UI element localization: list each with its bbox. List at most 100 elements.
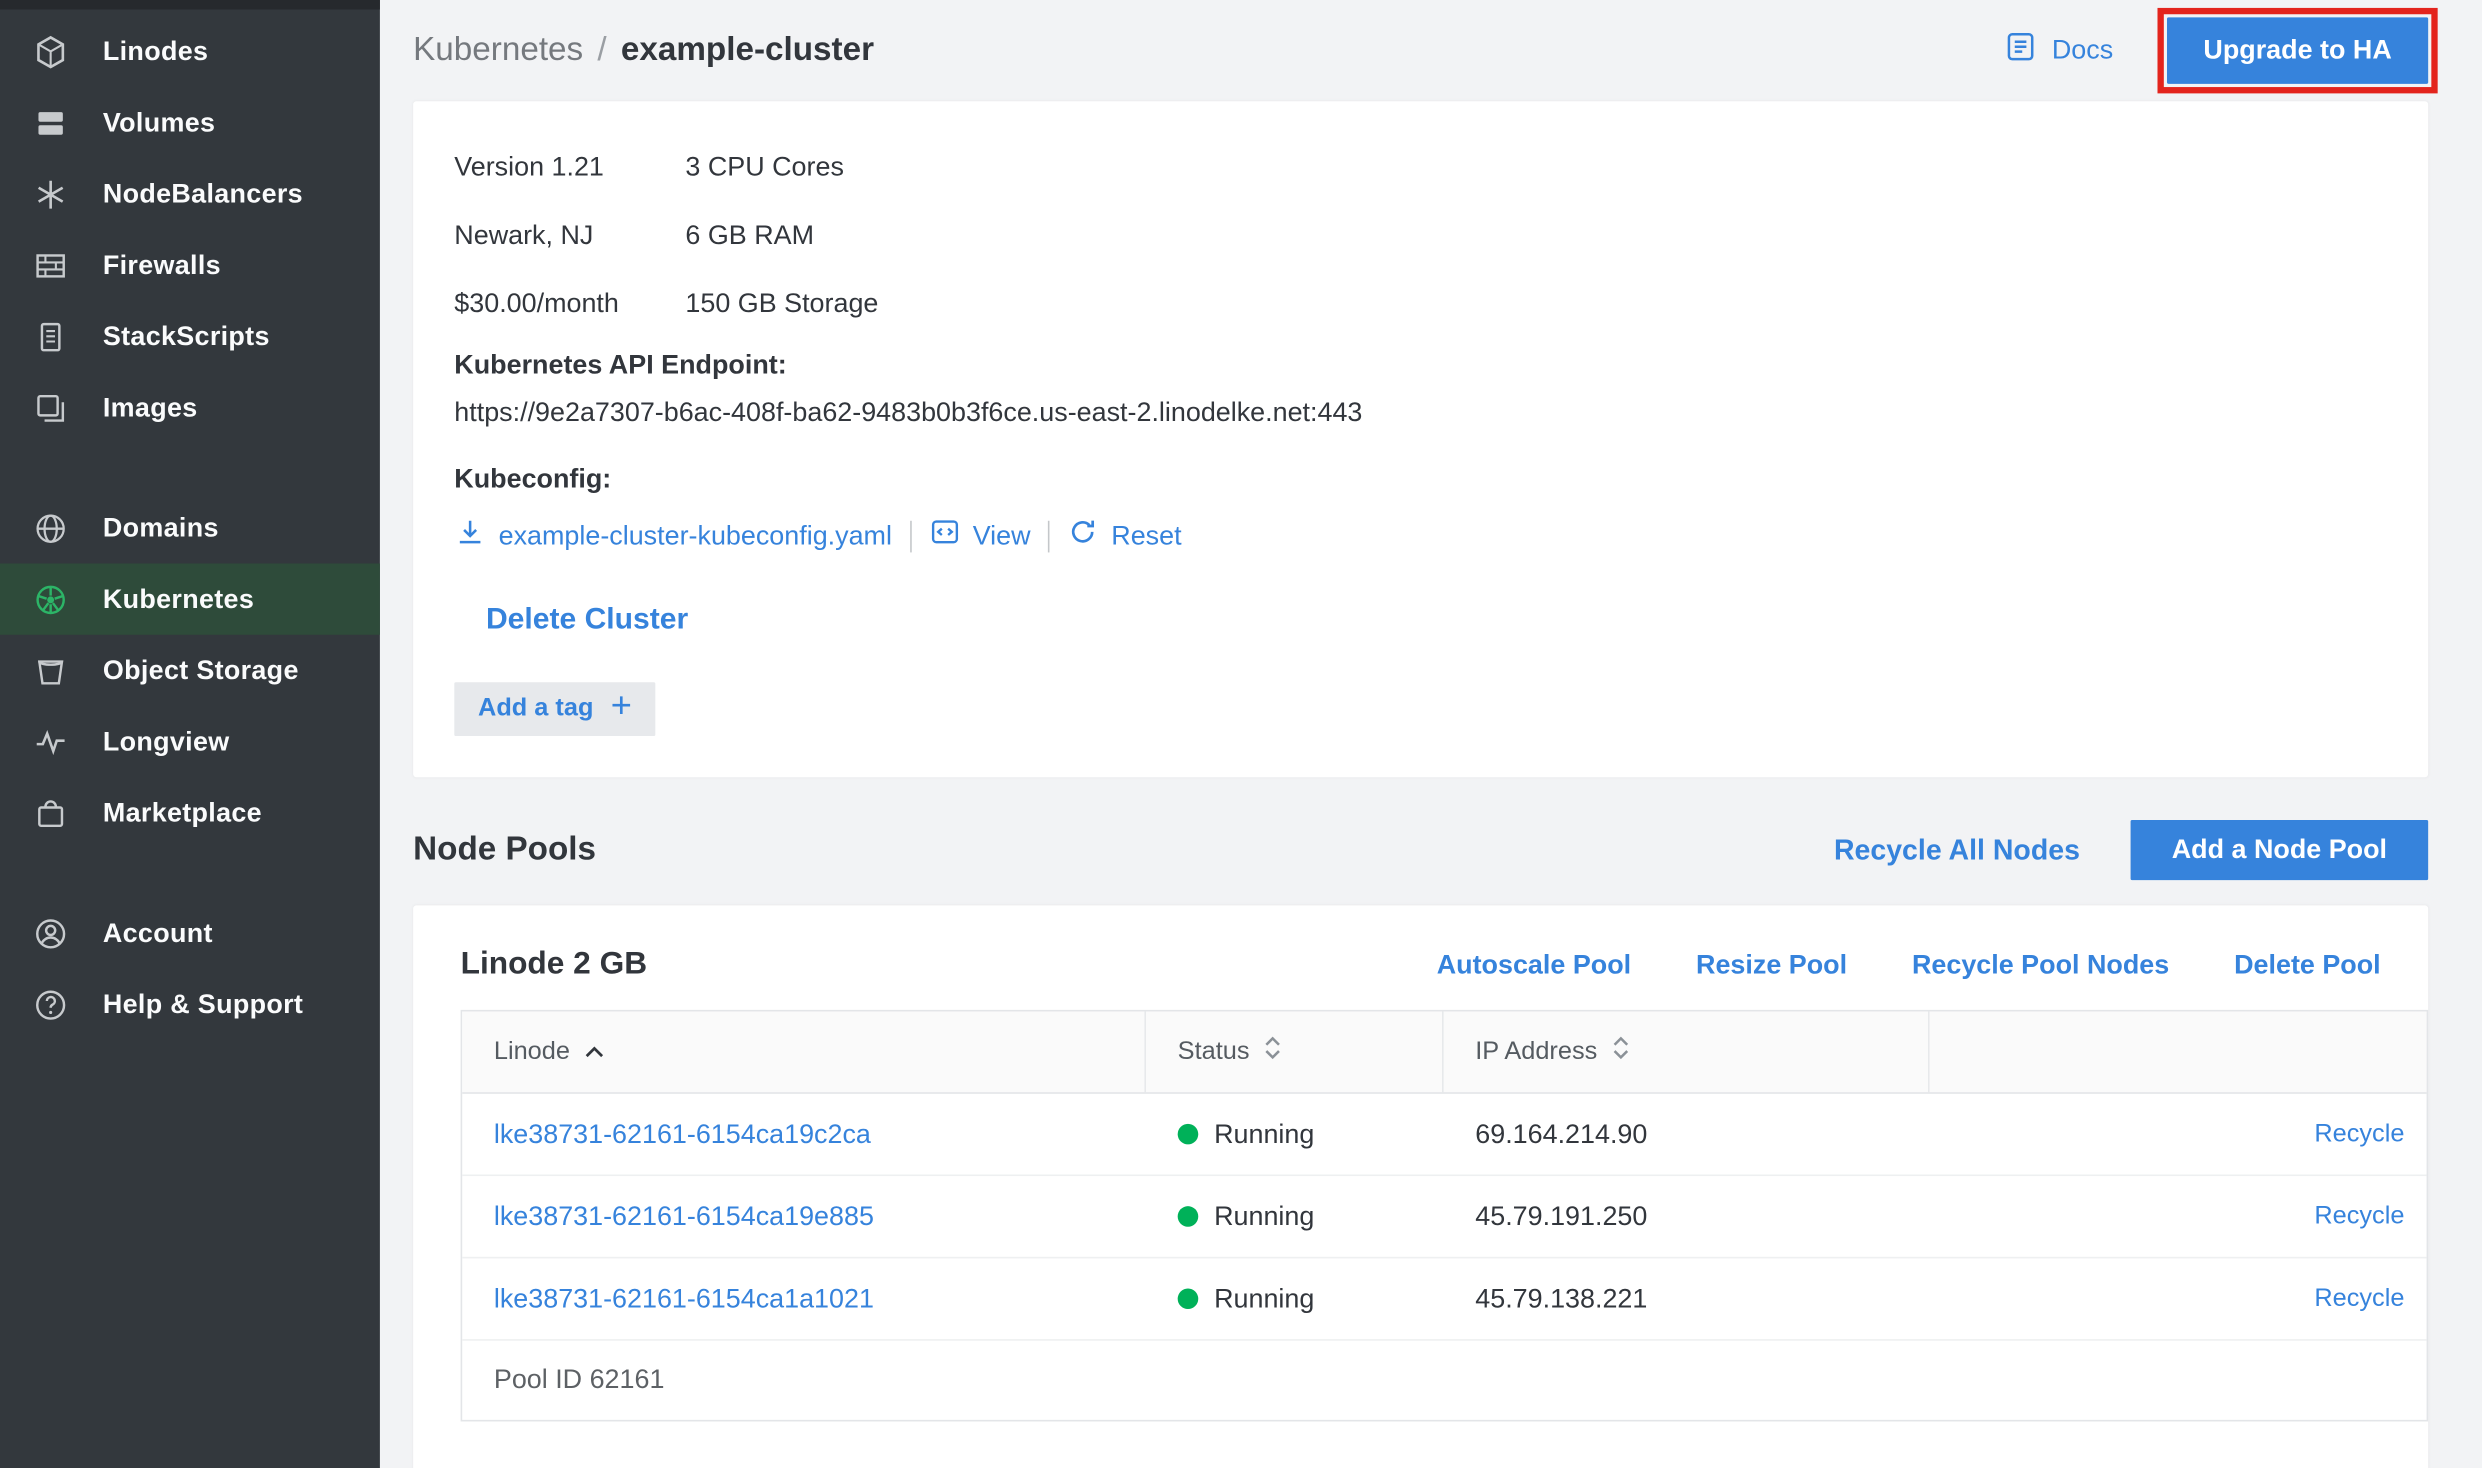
sidebar-item-domains[interactable]: Domains (0, 492, 380, 563)
upgrade-ha-button[interactable]: Upgrade to HA (2167, 17, 2428, 83)
code-view-icon (928, 516, 960, 556)
cluster-cpu: 3 CPU Cores (685, 151, 844, 183)
linode-icon (33, 34, 68, 69)
breadcrumb-section[interactable]: Kubernetes (413, 32, 583, 70)
sort-icon (1264, 1035, 1283, 1068)
sidebar-divider-gap (0, 443, 380, 492)
node-pool-card: Linode 2 GB Autoscale Pool Resize Pool R… (413, 905, 2428, 1468)
sidebar-item-label: Domains (103, 512, 219, 544)
sidebar-item-account[interactable]: Account (0, 898, 380, 969)
sidebar-item-label: Linodes (103, 36, 208, 68)
reset-icon (1067, 516, 1099, 556)
breadcrumb-separator: / (597, 32, 606, 70)
kubeconfig-view-link[interactable]: View (928, 516, 1030, 556)
page-header: Kubernetes / example-cluster Docs Upgrad… (413, 0, 2428, 101)
sort-ascending-icon (584, 1038, 605, 1066)
sidebar-item-object-storage[interactable]: Object Storage (0, 635, 380, 706)
pool-id-footer: Pool ID 62161 (462, 1341, 2426, 1420)
sidebar-item-label: Longview (103, 726, 230, 758)
column-header-ip-address[interactable]: IP Address (1444, 1011, 1930, 1092)
sidebar-item-stackscripts[interactable]: StackScripts (0, 301, 380, 372)
autoscale-pool-link[interactable]: Autoscale Pool (1437, 949, 1631, 981)
kubeconfig-download-link[interactable]: example-cluster-kubeconfig.yaml (454, 516, 892, 556)
node-pools-header: Node Pools Recycle All Nodes Add a Node … (413, 820, 2428, 880)
column-label: IP Address (1475, 1038, 1597, 1066)
node-ip: 45.79.191.250 (1444, 1201, 1930, 1233)
sidebar-item-label: NodeBalancers (103, 178, 303, 210)
status-label: Running (1214, 1201, 1314, 1233)
status-running-dot (1178, 1288, 1199, 1309)
api-endpoint-value: https://9e2a7307-b6ac-408f-ba62-9483b0b3… (454, 397, 2387, 429)
cluster-storage: 150 GB Storage (685, 287, 878, 319)
marketplace-icon (33, 795, 68, 830)
node-link[interactable]: lke38731-62161-6154ca1a1021 (494, 1283, 874, 1315)
node-link[interactable]: lke38731-62161-6154ca19e885 (494, 1201, 874, 1233)
sidebar-item-volumes[interactable]: Volumes (0, 87, 380, 158)
sidebar-item-label: Firewalls (103, 249, 221, 281)
sidebar-item-help-support[interactable]: Help & Support (0, 969, 380, 1040)
sidebar-item-kubernetes[interactable]: Kubernetes (0, 564, 380, 635)
viewport: Linodes Volumes NodeBalancers Firewalls (0, 0, 2482, 1468)
table-row: lke38731-62161-6154ca19e885 Running 45.7… (462, 1176, 2426, 1258)
help-icon (33, 987, 68, 1022)
kubeconfig-label: Kubeconfig: (454, 464, 2387, 496)
sidebar-item-longview[interactable]: Longview (0, 706, 380, 777)
column-header-linode[interactable]: Linode (462, 1011, 1146, 1092)
sidebar-item-label: Volumes (103, 107, 215, 139)
breadcrumb: Kubernetes / example-cluster (413, 32, 2004, 70)
docs-icon (2004, 30, 2037, 71)
sidebar-item-nodebalancers[interactable]: NodeBalancers (0, 158, 380, 229)
node-link[interactable]: lke38731-62161-6154ca19c2ca (494, 1118, 871, 1150)
sidebar-item-label: Account (103, 917, 213, 949)
column-label: Linode (494, 1038, 570, 1066)
recycle-all-nodes-link[interactable]: Recycle All Nodes (1834, 833, 2080, 866)
cluster-region: Newark, NJ (454, 219, 685, 251)
resize-pool-link[interactable]: Resize Pool (1696, 949, 1847, 981)
table-header-row: Linode Status IP Address (462, 1011, 2426, 1093)
sidebar-item-firewalls[interactable]: Firewalls (0, 230, 380, 301)
cluster-ram: 6 GB RAM (685, 219, 814, 251)
docs-link[interactable]: Docs (2004, 30, 2113, 71)
sidebar-item-marketplace[interactable]: Marketplace (0, 777, 380, 848)
node-ip: 69.164.214.90 (1444, 1118, 1930, 1150)
object-storage-icon (33, 653, 68, 688)
page-title: example-cluster (621, 32, 874, 70)
node-ip: 45.79.138.221 (1444, 1283, 1930, 1315)
add-tag-label: Add a tag (478, 695, 593, 723)
kubeconfig-reset-link[interactable]: Reset (1067, 516, 1182, 556)
recycle-node-link[interactable]: Recycle (2314, 1285, 2404, 1313)
sidebar-top-strip (0, 0, 380, 9)
recycle-pool-nodes-link[interactable]: Recycle Pool Nodes (1912, 949, 2169, 981)
sidebar-item-linodes[interactable]: Linodes (0, 16, 380, 87)
recycle-node-link[interactable]: Recycle (2314, 1202, 2404, 1230)
app: Linodes Volumes NodeBalancers Firewalls (0, 0, 2482, 1468)
sidebar-divider-gap (0, 848, 380, 897)
add-node-pool-button[interactable]: Add a Node Pool (2131, 820, 2429, 880)
pool-header: Linode 2 GB Autoscale Pool Resize Pool R… (413, 905, 2428, 1009)
delete-pool-link[interactable]: Delete Pool (2234, 949, 2381, 981)
sidebar-item-images[interactable]: Images (0, 372, 380, 443)
status-running-dot (1178, 1124, 1199, 1145)
column-label: Status (1178, 1038, 1250, 1066)
delete-cluster-button[interactable]: Delete Cluster (486, 603, 688, 638)
cluster-version: Version 1.21 (454, 151, 685, 183)
sidebar-item-label: StackScripts (103, 321, 270, 353)
nodebalancers-icon (33, 176, 68, 211)
column-header-status[interactable]: Status (1146, 1011, 1444, 1092)
volumes-icon (33, 105, 68, 140)
images-icon (33, 390, 68, 425)
cluster-summary-card: Version 1.21 3 CPU Cores Newark, NJ 6 GB… (413, 101, 2428, 777)
firewalls-icon (33, 248, 68, 283)
docs-label: Docs (2052, 35, 2113, 67)
column-header-actions (1930, 1011, 2427, 1092)
main-content: Kubernetes / example-cluster Docs Upgrad… (380, 0, 2482, 1468)
stackscripts-icon (33, 319, 68, 354)
sidebar-group-account: Account Help & Support (0, 898, 380, 1040)
pool-nodes-table: Linode Status IP Address (461, 1010, 2429, 1422)
upgrade-ha-wrap: Upgrade to HA (2167, 17, 2428, 83)
download-icon (454, 516, 486, 556)
divider (909, 520, 911, 552)
node-pools-title: Node Pools (413, 831, 1834, 869)
recycle-node-link[interactable]: Recycle (2314, 1120, 2404, 1148)
add-tag-button[interactable]: Add a tag (454, 682, 655, 736)
